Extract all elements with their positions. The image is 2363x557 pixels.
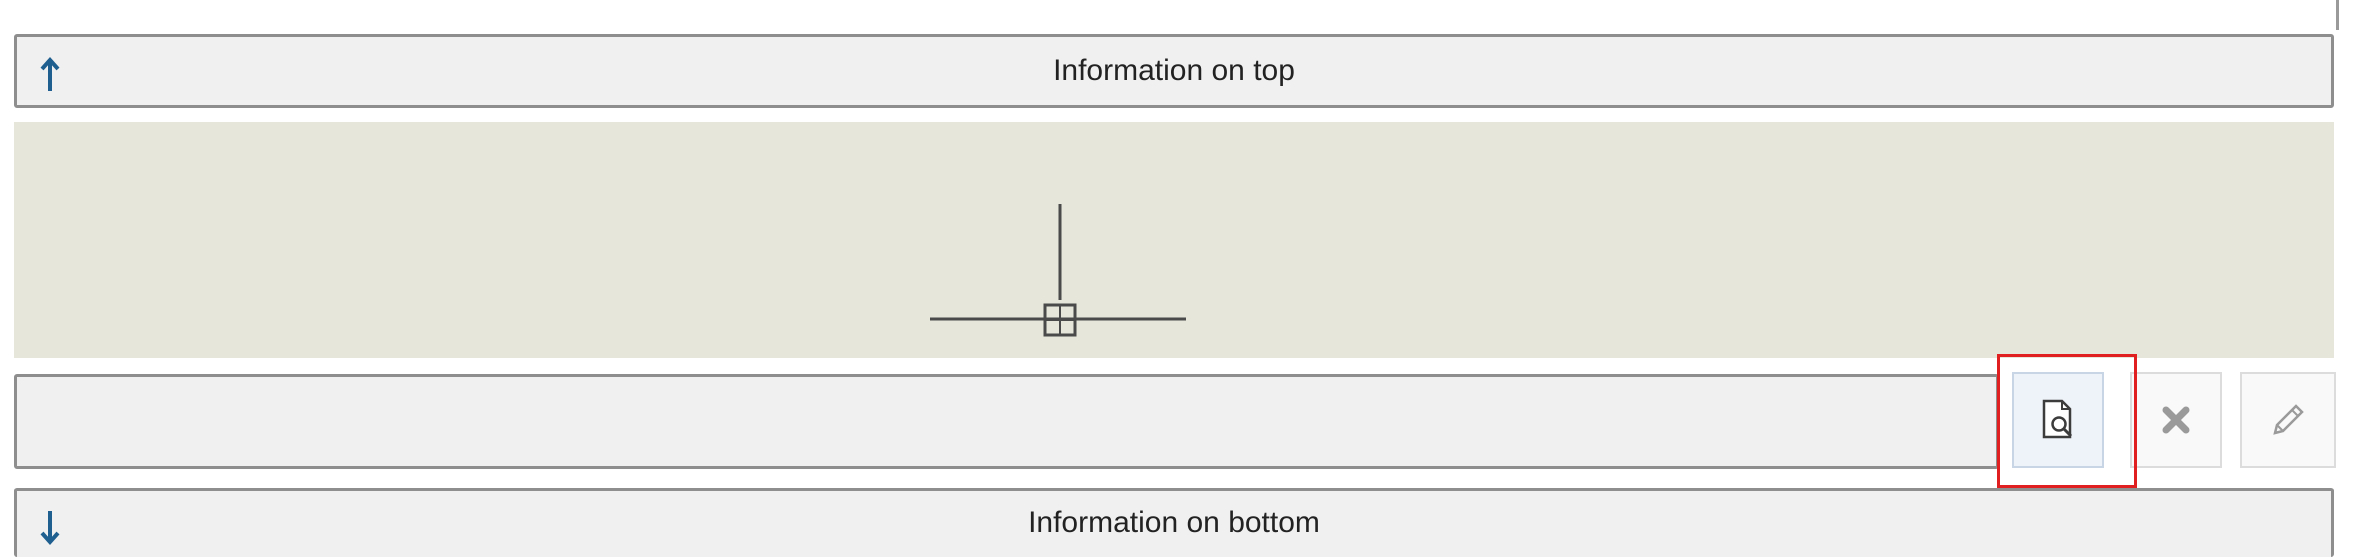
x-icon bbox=[2162, 406, 2190, 434]
delete-button[interactable] bbox=[2130, 372, 2222, 468]
bottom-info-label: Information on bottom bbox=[1028, 506, 1320, 539]
pencil-icon bbox=[2273, 404, 2304, 435]
window-right-edge bbox=[2336, 0, 2339, 30]
command-input-field[interactable] bbox=[14, 374, 1999, 469]
top-info-label: Information on top bbox=[1053, 54, 1295, 87]
crosshair-cursor-icon bbox=[930, 204, 1186, 337]
top-info-bar[interactable]: Information on top bbox=[14, 34, 2334, 108]
drawing-viewport[interactable] bbox=[14, 122, 2334, 358]
preview-button[interactable] bbox=[2012, 372, 2104, 468]
document-magnifier-icon bbox=[2042, 399, 2073, 439]
bottom-info-bar[interactable]: Information on bottom bbox=[14, 488, 2334, 557]
edit-button[interactable] bbox=[2240, 372, 2336, 468]
